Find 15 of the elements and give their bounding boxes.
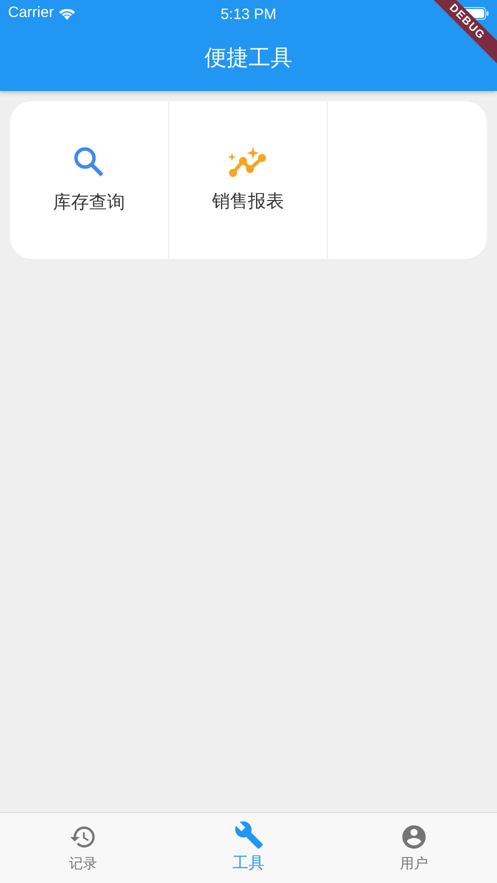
tool-tile[interactable]: 销售报表 [169, 101, 328, 259]
tool-label: 库存查询 [53, 190, 125, 214]
tool-label: 销售报表 [212, 190, 284, 212]
nav-tab[interactable]: 工具 [166, 813, 332, 883]
app-title: 便捷工具 [204, 45, 292, 70]
nav-tab[interactable]: 用户 [331, 813, 497, 883]
search-icon [72, 144, 106, 178]
user-avatar-icon [400, 822, 428, 850]
wifi-icon [58, 6, 76, 20]
clock-time: 5:13 PM [220, 5, 276, 25]
sparkle-chart-icon [227, 146, 269, 178]
tool-tile[interactable]: 库存查询 [10, 101, 169, 259]
carrier-label: Carrier [8, 2, 54, 23]
wrench-icon [234, 820, 264, 850]
nav-tab[interactable]: 记录 [0, 813, 166, 883]
